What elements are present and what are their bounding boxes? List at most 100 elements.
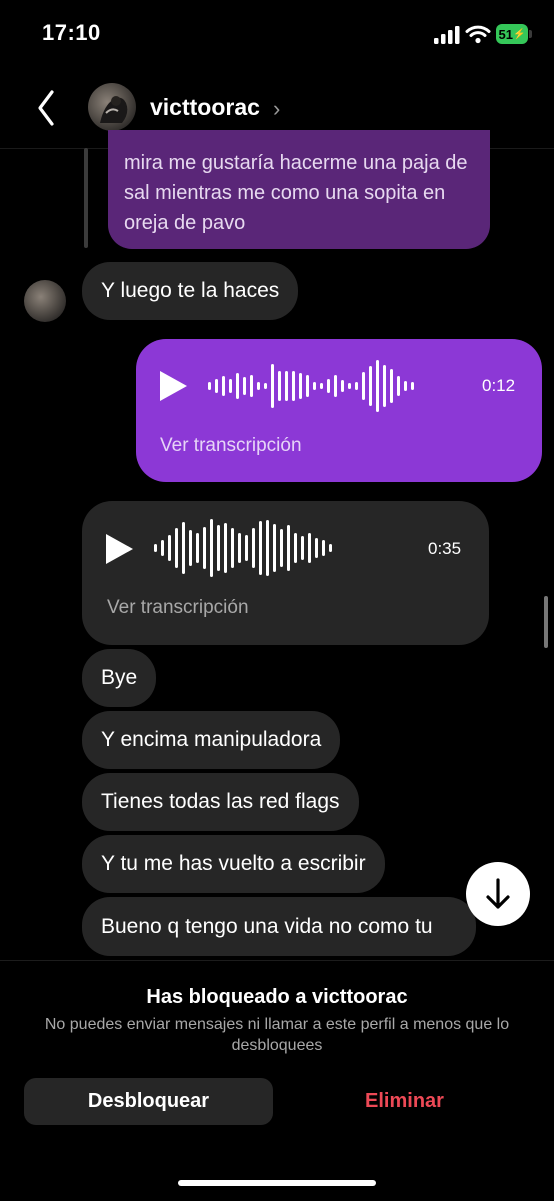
waveform-bar [168,535,171,561]
waveform-bar [285,371,288,401]
waveform-bar [341,380,344,392]
waveform-bar [287,525,290,571]
waveform-bar [362,372,365,400]
waveform-bar [327,379,330,393]
waveform-bar [229,379,232,393]
waveform-bar [322,540,325,556]
voice-duration: 0:35 [428,539,462,558]
waveform-bar [231,528,234,568]
message-bubble-clip: Bueno q tengo una vida no como tu [82,897,478,960]
sender-avatar[interactable] [24,280,66,322]
waveform-bar [292,371,295,401]
message-text: Y tu me has vuelto a escribir [101,852,366,875]
sent-voice-message[interactable]: 0:12 Ver transcripción [136,339,542,482]
view-transcription-link[interactable]: Ver transcripción [160,435,302,457]
waveform-icon [208,357,414,415]
message-bubble[interactable]: Tienes todas las red flags [82,773,359,831]
waveform-bar [208,382,211,390]
waveform-bar [376,360,379,412]
message-bubble[interactable]: Bye [82,649,157,707]
view-transcription-link[interactable]: Ver transcripción [107,597,249,619]
waveform-bar [210,519,213,577]
waveform-bar [161,540,164,556]
waveform-bar [383,365,386,407]
chevron-right-icon[interactable]: › [273,96,280,122]
battery-cap [529,30,532,38]
waveform-bar [390,369,393,403]
header-username[interactable]: victtoorac [150,94,260,121]
waveform-bar [203,527,206,569]
arrow-down-icon [486,878,510,909]
battery-level: 51 [498,26,513,42]
waveform-bar [259,521,262,575]
reply-indicator-line [84,148,88,248]
waveform-bar [313,382,316,390]
waveform-bar [250,375,253,397]
waveform-bar [294,533,297,563]
waveform-bar [308,533,311,563]
waveform-icon [154,519,332,577]
message-bubble[interactable]: Y tu me has vuelto a escribir [82,835,385,893]
waveform-bar [329,544,332,552]
play-icon[interactable] [106,534,133,564]
blocked-title: Has bloqueado a victtoorac [146,986,408,1008]
waveform-bar [306,375,309,397]
waveform-bar [238,533,241,563]
quoted-message-text: mira me gustaría hacerme una paja de sal… [124,152,468,234]
back-chevron-icon [38,90,54,126]
waveform-bar [369,366,372,406]
avatar-image [100,96,128,123]
waveform-bar [355,382,358,390]
unblock-button[interactable]: Desbloquear [24,1078,273,1125]
message-text: Bueno q tengo una vida no como tu [101,915,433,938]
waveform-bar [257,382,260,390]
waveform-bar [315,538,318,558]
waveform-bar [278,371,281,401]
battery-icon: 51 ⚡ [496,24,528,44]
scroll-to-bottom-button[interactable] [466,862,530,926]
voice-duration: 0:12 [482,376,516,395]
play-icon[interactable] [160,371,187,401]
waveform-bar [175,528,178,568]
message-text: Y luego te la haces [101,279,280,302]
waveform-bar [397,376,400,396]
header-avatar[interactable] [88,83,136,131]
waveform-bar [411,382,414,390]
signal-icon [434,26,460,44]
waveform-bar [245,535,248,561]
wifi-icon [465,25,491,44]
waveform-bar [320,383,323,389]
waveform-bar [222,376,225,396]
waveform-bar [215,379,218,393]
waveform-bar [252,528,255,568]
message-text: Y encima manipuladora [101,728,322,751]
waveform-bar [404,381,407,391]
message-bubble[interactable]: Y encima manipuladora [82,711,341,769]
waveform-bar [217,525,220,571]
waveform-bar [182,522,185,574]
waveform-bar [236,373,239,399]
waveform-bar [189,530,192,566]
waveform-bar [243,377,246,395]
waveform-bar [266,520,269,576]
message-text: Bye [101,666,138,689]
received-voice-message[interactable]: 0:35 Ver transcripción [82,501,489,645]
waveform-bar [154,544,157,552]
home-indicator[interactable] [178,1180,376,1186]
delete-button[interactable]: Eliminar [280,1078,529,1125]
message-bubble[interactable]: Bueno q tengo una vida no como tu [82,897,476,956]
waveform-bar [334,375,337,397]
back-button[interactable] [30,88,66,128]
waveform-bar [271,364,274,408]
waveform-bar [280,529,283,567]
scrollbar[interactable] [544,596,548,648]
waveform-bar [196,533,199,563]
blocked-description: No puedes enviar mensajes ni llamar a es… [44,1016,510,1054]
message-text: Tienes todas las red flags [101,790,340,813]
waveform-bar [264,383,267,389]
message-bubble[interactable]: Y luego te la haces [82,262,299,320]
waveform-bar [301,536,304,560]
status-time: 17:10 [42,20,101,45]
waveform-bar [348,383,351,389]
waveform-bar [224,523,227,573]
